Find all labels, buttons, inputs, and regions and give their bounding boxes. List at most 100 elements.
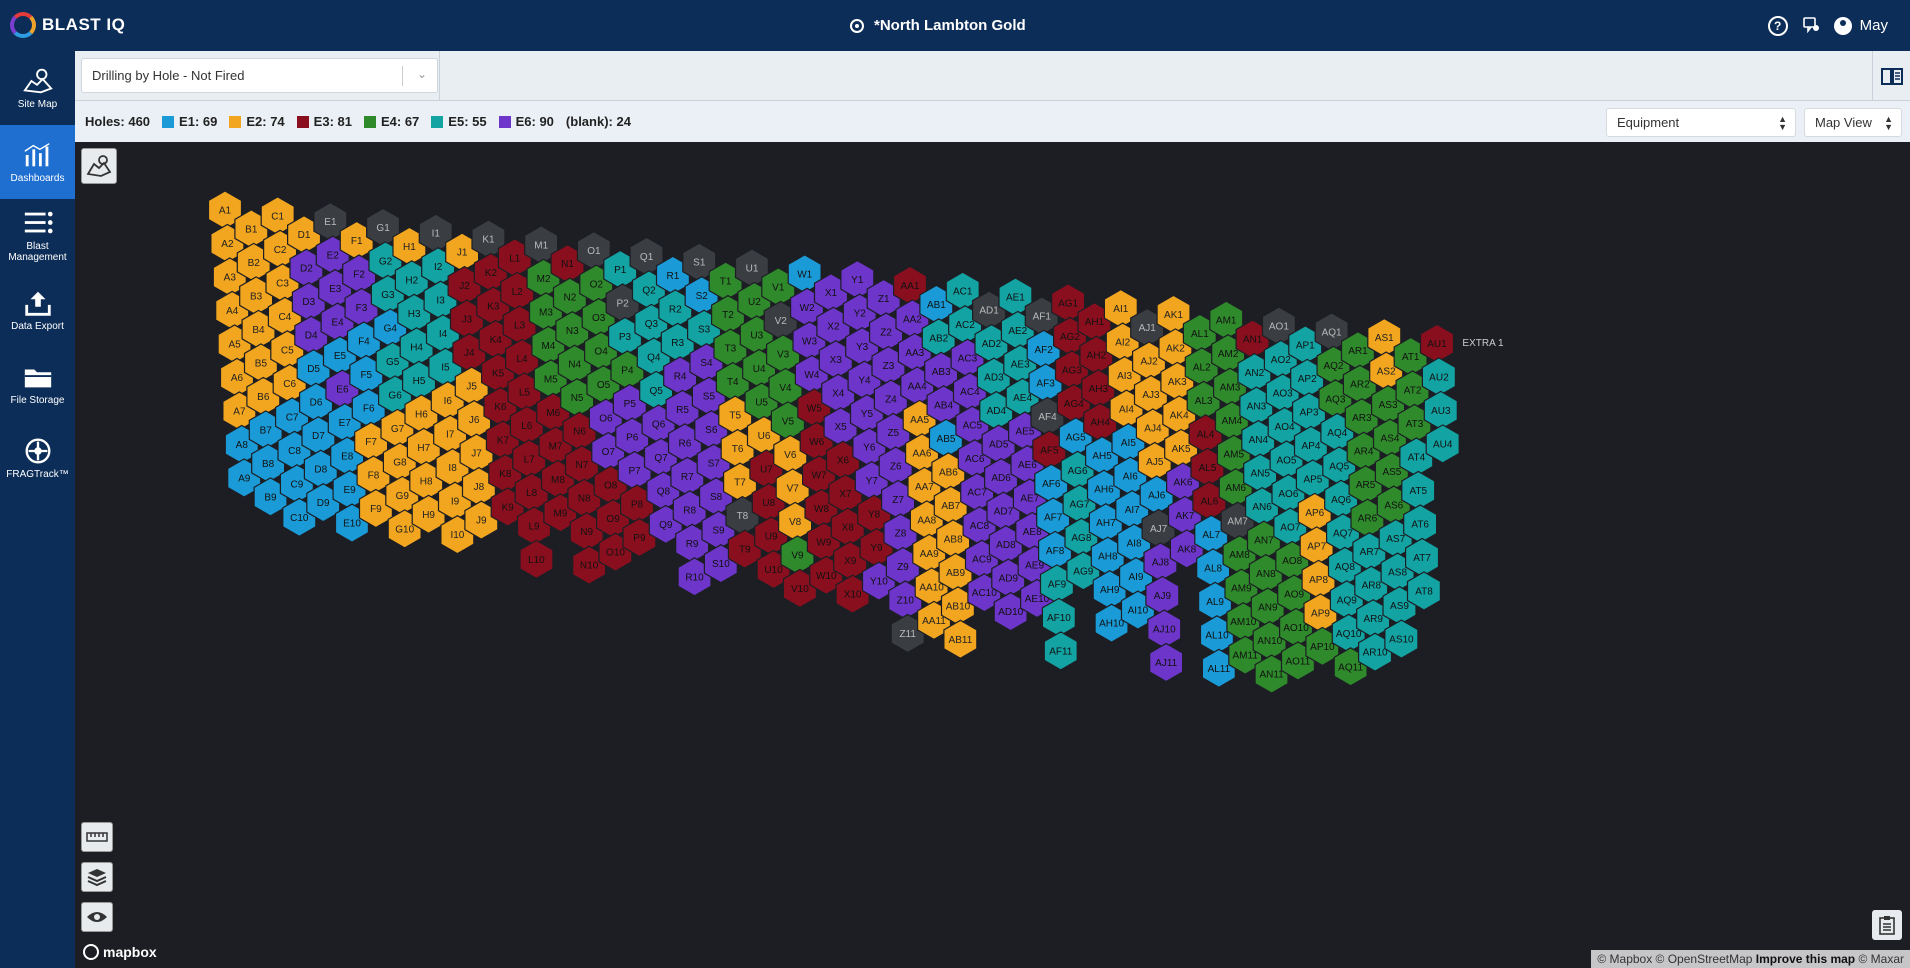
hole-label: AE8 — [1023, 527, 1042, 538]
hole-label: Z1 — [878, 294, 890, 305]
chevron-down-icon[interactable]: ⌄ — [417, 67, 427, 81]
blast-hole-map[interactable]: A1 A2 A3 A4 A5 A6 A7 A8 A9 B1 B2 B3 B4 B5 B6 B7 B8 B9 C1 C2… — [75, 142, 1910, 968]
sidebar-item-data-export[interactable]: Data Export — [0, 273, 75, 347]
user-menu[interactable]: May — [1833, 16, 1888, 35]
hole-label: C9 — [291, 479, 304, 490]
legend-item-blank[interactable]: (blank): 24 — [566, 114, 631, 129]
hole-label: G1 — [376, 223, 390, 234]
hole-label: AB9 — [946, 568, 965, 579]
improve-map-link[interactable]: Improve this map — [1756, 952, 1855, 966]
sidebar-item-file-storage[interactable]: File Storage — [0, 347, 75, 421]
equipment-select[interactable]: Equipment ▲ ▼ — [1606, 108, 1796, 137]
mapbox-logo[interactable]: mapbox — [83, 944, 157, 960]
hole-label: U7 — [760, 465, 773, 476]
legend-item-e1[interactable]: E1: 69 — [162, 114, 217, 129]
help-icon[interactable]: ? — [1767, 15, 1788, 36]
view-select[interactable]: Map View ▲ ▼ — [1804, 108, 1902, 137]
hole-label: A7 — [233, 407, 246, 418]
hole-label: M9 — [553, 508, 567, 519]
hole-label: AB11 — [949, 635, 973, 646]
hole-label: T3 — [725, 344, 737, 355]
hole-label: M2 — [537, 274, 551, 285]
hole-label: U9 — [765, 532, 778, 543]
hole-label: AO10 — [1283, 623, 1309, 634]
hole-label: AI3 — [1117, 371, 1132, 382]
hole-label: AF1 — [1033, 311, 1052, 322]
report-select[interactable]: Drilling by Hole - Not Fired ⌄ — [81, 58, 438, 93]
hole-label: Z8 — [895, 529, 907, 540]
map-canvas[interactable]: A1 A2 A3 A4 A5 A6 A7 A8 A9 B1 B2 B3 B4 B5 B6 B7 B8 B9 C1 C2… — [75, 142, 1910, 968]
sidebar-item-dashboards[interactable]: Dashboards — [0, 125, 75, 199]
visibility-button[interactable] — [81, 902, 113, 932]
hole-label: AL7 — [1202, 530, 1220, 541]
hole-label: AR6 — [1358, 514, 1378, 525]
hole-label: D6 — [310, 398, 323, 409]
map-style-button[interactable] — [81, 148, 117, 184]
hole-label: V6 — [784, 450, 797, 461]
hole-label: AU1 — [1427, 339, 1447, 350]
hole-label: D9 — [317, 498, 330, 509]
hole-label: AJ10 — [1153, 625, 1176, 636]
hole-label: AL11 — [1208, 664, 1231, 675]
blastiq-logo[interactable]: BLAST IQ — [10, 10, 125, 40]
hole-label: AI5 — [1121, 438, 1136, 449]
hole-label: M4 — [541, 341, 555, 352]
hole-label: M5 — [544, 374, 558, 385]
notes-button[interactable] — [1872, 910, 1902, 940]
site-selector[interactable]: *North Lambton Gold — [850, 0, 1026, 51]
hole-label: Y6 — [863, 443, 876, 454]
notifications-icon[interactable] — [1802, 15, 1820, 37]
layers-button[interactable] — [81, 862, 113, 892]
hole-label: U1 — [746, 264, 759, 275]
hole-label: AN9 — [1258, 603, 1278, 614]
legend-item-e6[interactable]: E6: 90 — [498, 114, 554, 129]
hole-label: AP6 — [1305, 508, 1324, 519]
hole-label: G9 — [396, 491, 410, 502]
hole-label: AI8 — [1127, 539, 1142, 550]
hole-label: J3 — [462, 315, 473, 326]
sidebar-item-fragtrack[interactable]: FRAGTrack™ — [0, 421, 75, 495]
layers-icon — [87, 869, 107, 887]
hole-label: N3 — [566, 326, 579, 337]
hole-label: P6 — [626, 433, 639, 444]
sidebar-item-blast-management[interactable]: Blast Management — [0, 199, 75, 273]
hole-label: O5 — [597, 380, 611, 391]
hole-label: AO6 — [1278, 489, 1298, 500]
hole-label: Q2 — [642, 285, 656, 296]
hole-label: R9 — [686, 539, 699, 550]
hole-label: AM1 — [1216, 316, 1237, 327]
book-button[interactable] — [1872, 51, 1910, 101]
hole-label: X9 — [844, 556, 857, 567]
hole-label: AC9 — [972, 555, 992, 566]
hole-label: AC3 — [958, 354, 978, 365]
hole-label: AR3 — [1352, 413, 1372, 424]
legend-item-e5[interactable]: E5: 55 — [431, 114, 487, 129]
user-name: May — [1859, 17, 1888, 34]
hole-label: X4 — [832, 389, 845, 400]
legend-item-e2[interactable]: E2: 74 — [229, 114, 285, 129]
hole-label: B3 — [250, 291, 263, 302]
hole-label: K4 — [490, 335, 503, 346]
hole-label: AG1 — [1058, 298, 1078, 309]
hole-label: F2 — [353, 270, 365, 281]
hole-label: N5 — [571, 393, 584, 404]
hole-label: L2 — [512, 287, 524, 298]
hole-label: AD4 — [987, 406, 1007, 417]
hole-label: G2 — [379, 256, 393, 267]
hole-label: S8 — [710, 492, 723, 503]
hole-label: J5 — [466, 382, 477, 393]
hole-label: AH2 — [1087, 351, 1107, 362]
hole-label: AL8 — [1204, 563, 1222, 574]
hole-label: Q7 — [654, 453, 668, 464]
hole-label: Z2 — [880, 328, 892, 339]
measure-button[interactable] — [81, 822, 113, 852]
hole-label: L8 — [526, 488, 538, 499]
legend-item-e3[interactable]: E3: 81 — [296, 114, 352, 129]
hole-label: N2 — [564, 293, 577, 304]
hole-label: AR8 — [1362, 581, 1382, 592]
view-select-value: Map View — [1815, 115, 1872, 130]
hole-label: AP3 — [1300, 407, 1319, 418]
hole-label: AS1 — [1375, 333, 1394, 344]
sidebar-item-site-map[interactable]: Site Map — [0, 51, 75, 125]
legend-item-e4[interactable]: E4: 67 — [363, 114, 419, 129]
